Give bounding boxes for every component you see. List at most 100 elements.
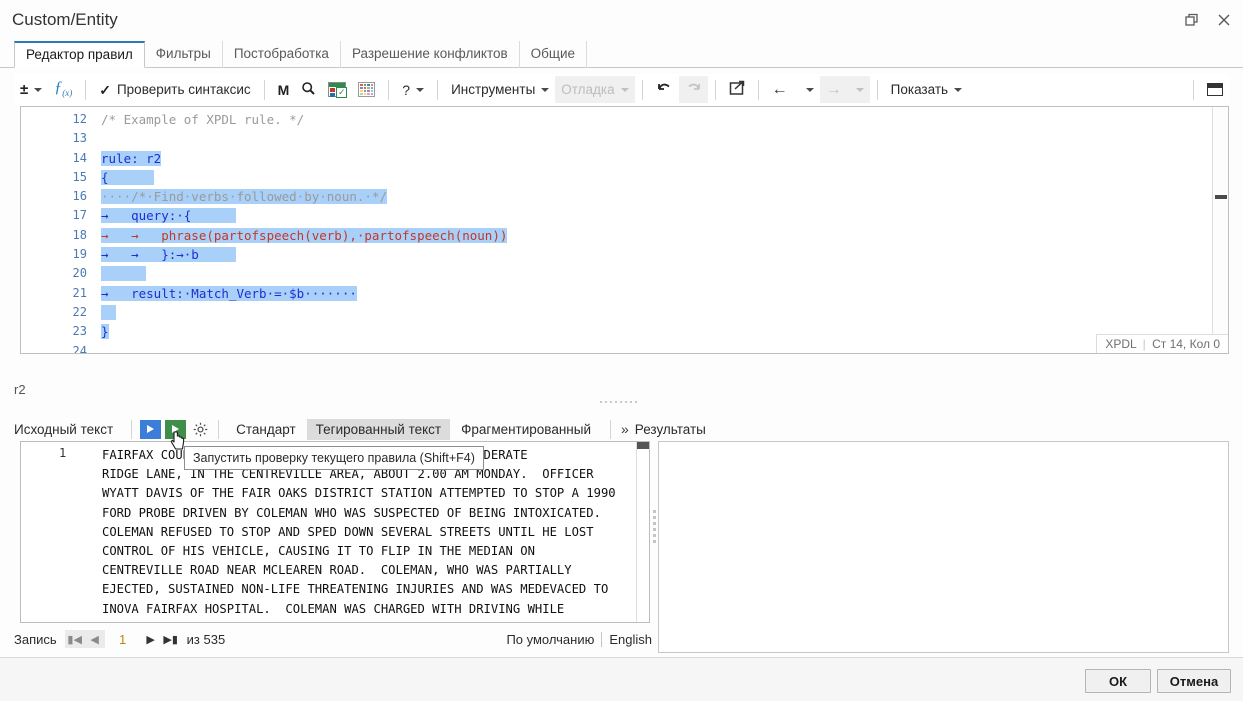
chevron-double-right-icon[interactable]: »	[621, 421, 629, 437]
play-icon[interactable]	[140, 419, 162, 439]
mode-tagged-text[interactable]: Тегированный текст	[306, 418, 451, 440]
line-number: 15	[72, 169, 87, 184]
chevron-down-icon	[34, 87, 43, 92]
tab-filters[interactable]: Фильтры	[145, 41, 223, 68]
profile-label[interactable]: По умолчанию	[506, 632, 594, 647]
code-line: 22	[21, 304, 1212, 324]
vertical-splitter-grip[interactable]	[651, 510, 657, 550]
tab-postprocessing[interactable]: Постобработка	[223, 41, 341, 68]
language-label[interactable]: English	[609, 632, 652, 647]
fx-icon: ƒ(x)	[54, 79, 73, 99]
rule-editor-dialog: Custom/Entity Редактор правил Фильтры По…	[0, 0, 1243, 701]
spreadsheet-check-button[interactable]: ✓	[322, 76, 352, 103]
code-token: rule: r2	[101, 150, 162, 166]
tab-label: Разрешение конфликтов	[351, 46, 508, 61]
show-menu[interactable]: Показать	[885, 76, 968, 103]
record-label: Запись	[14, 631, 57, 647]
source-line-number: 1	[59, 446, 67, 460]
line-text: /* Example of XPDL rule. */	[101, 112, 304, 127]
first-record-icon[interactable]: ▮◀	[64, 630, 85, 648]
scrollbar-thumb[interactable]	[637, 442, 649, 449]
editor-language: XPDL	[1105, 337, 1137, 351]
code-line: 15 {	[21, 169, 1212, 189]
scrollbar-thumb[interactable]	[1215, 195, 1227, 199]
chevron-down-icon	[805, 87, 814, 92]
editor-cursor-position: Ст 14, Кол 0	[1152, 337, 1220, 351]
previous-record-icon[interactable]: ◀	[84, 630, 105, 648]
main-tab-bar: Редактор правил Фильтры Постобработка Ра…	[0, 41, 1243, 68]
tab-rule-editor[interactable]: Редактор правил	[14, 41, 145, 68]
search-button[interactable]	[295, 76, 322, 103]
close-icon[interactable]	[1215, 11, 1233, 29]
forward-arrow-icon: →	[825, 80, 842, 98]
chevron-down-icon	[620, 87, 629, 92]
editor-status-bar: XPDL | Ст 14, Кол 0	[1096, 334, 1228, 353]
play-rule-icon[interactable]	[165, 419, 187, 439]
current-rule-name: r2	[14, 382, 26, 397]
toolbar-divider	[714, 79, 716, 100]
code-token: → result:·Match_Verb·=·$b·······	[101, 285, 357, 301]
tools-menu[interactable]: Инструменты	[445, 76, 555, 103]
toolbar-divider	[1193, 79, 1194, 100]
macro-icon: M	[277, 81, 290, 98]
code-line: 24	[21, 343, 1212, 354]
toolbar-divider	[85, 79, 87, 100]
chevron-down-icon	[954, 87, 963, 92]
record-meta: По умолчанию English	[506, 628, 652, 650]
show-label: Показать	[890, 82, 949, 97]
restore-window-icon[interactable]	[1183, 11, 1201, 29]
editor-vertical-scrollbar[interactable]	[1212, 107, 1228, 353]
line-number: 24	[72, 343, 87, 354]
code-token: }	[101, 324, 109, 340]
back-button[interactable]: ←	[766, 76, 794, 103]
code-token: /* Example of XPDL rule. */	[101, 112, 305, 127]
cancel-button[interactable]: Отмена	[1157, 669, 1231, 693]
color-grid-button[interactable]	[352, 76, 381, 103]
code-token	[101, 304, 117, 320]
record-navigation-bar: Запись ▮◀ ◀ 1 ▶ ▶▮ из 535 По умолчанию E…	[14, 628, 652, 650]
source-vertical-scrollbar[interactable]	[636, 442, 649, 622]
tab-conflict-resolution[interactable]: Разрешение конфликтов	[341, 41, 520, 68]
tab-label: Редактор правил	[26, 47, 133, 62]
panel-layout-button[interactable]	[1201, 76, 1229, 103]
status-divider: |	[1142, 337, 1146, 351]
code-token: → → }:→·b	[101, 247, 237, 263]
meta-divider	[601, 631, 603, 647]
help-button[interactable]: ?	[396, 76, 430, 103]
last-record-icon[interactable]: ▶▮	[161, 630, 181, 648]
toolbar-divider	[609, 419, 611, 439]
line-number: 22	[72, 304, 87, 319]
next-record-icon[interactable]: ▶	[141, 630, 161, 648]
results-panel[interactable]	[658, 441, 1229, 653]
toolbar-divider	[757, 79, 759, 100]
open-external-button[interactable]	[723, 76, 751, 103]
mode-standard[interactable]: Стандарт	[227, 419, 305, 440]
check-syntax-button[interactable]: ✓ Проверить синтаксис	[93, 76, 256, 103]
back-arrow-icon: ←	[771, 80, 788, 98]
plus-minus-icon: ±	[20, 81, 29, 98]
ok-button[interactable]: ОК	[1085, 669, 1151, 693]
code-token	[101, 266, 147, 282]
function-button[interactable]: ƒ(x)	[48, 76, 78, 103]
line-text	[101, 304, 117, 320]
record-total-label: из 535	[186, 631, 226, 647]
code-line: 14 rule: r2	[21, 150, 1212, 170]
tab-label: Общие	[530, 46, 576, 61]
toolbar-divider	[263, 79, 265, 100]
code-line: 13	[21, 131, 1212, 150]
code-editor[interactable]: 12 /* Example of XPDL rule. */ 13 14 rule: r…	[20, 106, 1229, 354]
horizontal-splitter-grip[interactable]	[600, 399, 644, 405]
plus-minus-button[interactable]: ±	[14, 76, 48, 103]
tab-general[interactable]: Общие	[520, 41, 588, 68]
record-current-number[interactable]: 1	[105, 632, 141, 647]
gear-icon[interactable]	[190, 420, 210, 439]
back-dropdown[interactable]	[794, 76, 820, 103]
tools-label: Инструменты	[451, 82, 536, 97]
macro-button[interactable]: M	[272, 76, 296, 103]
undo-button[interactable]	[650, 76, 679, 103]
mode-fragmented[interactable]: Фрагментированный	[452, 419, 600, 440]
color-grid-icon	[358, 82, 376, 97]
chevron-down-icon	[541, 87, 550, 92]
spreadsheet-check-icon: ✓	[328, 82, 348, 98]
code-lines[interactable]: 12 /* Example of XPDL rule. */ 13 14 rule: r…	[21, 107, 1212, 353]
